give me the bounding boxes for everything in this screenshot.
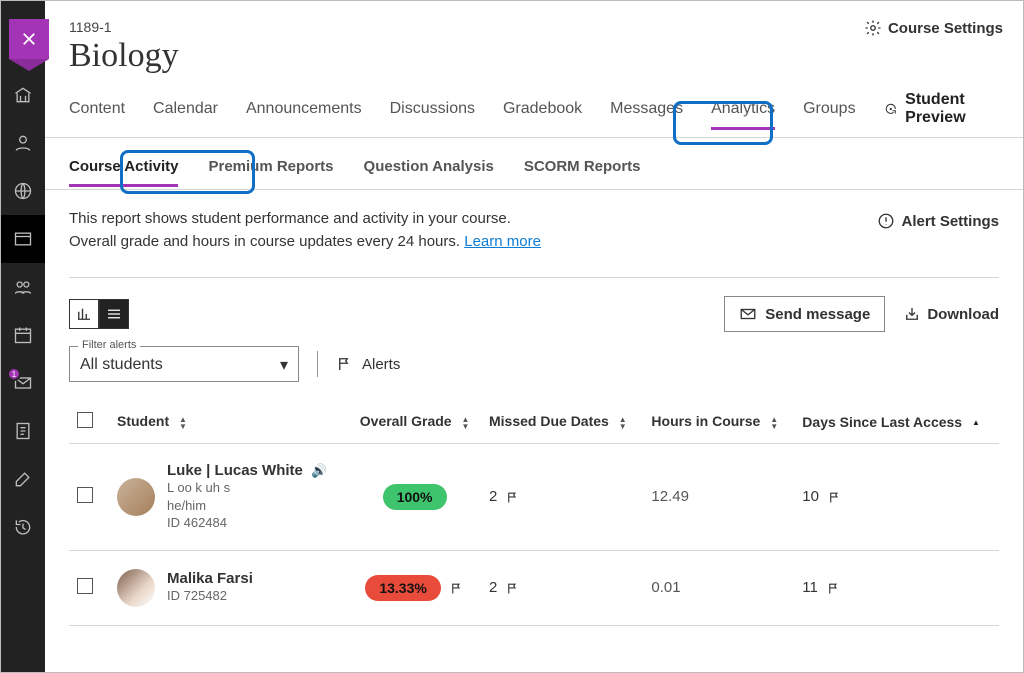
students-table: Student ▲▼ Overall Grade ▲▼ Missed Due D… — [69, 400, 999, 626]
sort-icon: ▲▼ — [619, 416, 627, 430]
flag-icon[interactable] — [505, 490, 520, 505]
main-page: 1189-1 Biology Course Settings Content Ca… — [45, 1, 1023, 672]
student-cell[interactable]: Malika Farsi ID 725482 — [117, 569, 340, 607]
rail-history-icon[interactable] — [1, 503, 45, 551]
grade-pill: 100% — [383, 484, 447, 510]
report-description: This report shows student performance an… — [69, 208, 999, 253]
missed-value: 2 — [489, 579, 497, 596]
col-student[interactable]: Student ▲▼ — [109, 400, 348, 444]
student-cell[interactable]: Luke | Lucas White 🔊L oo k uh she/himID … — [117, 462, 340, 532]
rail-messages-icon[interactable]: 1 — [1, 359, 45, 407]
students-tbody: Luke | Lucas White 🔊L oo k uh she/himID … — [69, 444, 999, 626]
subtab-course-activity[interactable]: Course Activity — [69, 154, 178, 179]
rail-courses-icon[interactable] — [1, 215, 45, 263]
row-checkbox[interactable] — [77, 487, 93, 503]
flag-icon[interactable] — [505, 581, 520, 596]
filter-alerts-dropdown[interactable]: Filter alerts All students ▾ — [69, 346, 299, 382]
filter-value: All students — [80, 356, 163, 374]
flag-icon[interactable] — [826, 581, 841, 596]
avatar — [117, 569, 155, 607]
student-preview-label: Student Preview — [905, 91, 999, 127]
send-message-button[interactable]: Send message — [724, 296, 885, 332]
col-overall-grade[interactable]: Overall Grade ▲▼ — [348, 400, 481, 444]
sort-icon: ▲▼ — [770, 416, 778, 430]
col-missed-due[interactable]: Missed Due Dates ▲▼ — [481, 400, 643, 444]
tab-analytics[interactable]: Analytics — [711, 94, 775, 124]
course-settings-button[interactable]: Course Settings — [864, 19, 1003, 37]
alert-settings-label: Alert Settings — [901, 213, 999, 230]
chevron-down-icon: ▾ — [280, 355, 288, 375]
view-toggle — [69, 299, 129, 329]
rail-groups-icon[interactable] — [1, 263, 45, 311]
left-nav-rail: 1 — [1, 1, 45, 672]
report-description-line2: Overall grade and hours in course update… — [69, 233, 464, 250]
alert-settings-button[interactable]: Alert Settings — [877, 212, 999, 230]
secondary-tabs: Course Activity Premium Reports Question A… — [45, 138, 1023, 190]
alerts-toggle-button[interactable]: Alerts — [336, 355, 400, 373]
close-panel-button[interactable] — [9, 19, 49, 59]
student-preview-button[interactable]: Student Preview — [884, 91, 999, 127]
student-meta: L oo k uh she/himID 462484 — [167, 479, 327, 532]
download-label: Download — [927, 306, 999, 323]
row-checkbox[interactable] — [77, 578, 93, 594]
report-content: Alert Settings This report shows student… — [45, 190, 1023, 626]
course-settings-label: Course Settings — [888, 20, 1003, 37]
filter-legend: Filter alerts — [78, 339, 140, 351]
tab-discussions[interactable]: Discussions — [390, 94, 475, 124]
grade-pill: 13.33% — [365, 575, 440, 601]
pronunciation-audio-icon[interactable]: 🔊 — [311, 463, 327, 478]
table-row: Luke | Lucas White 🔊L oo k uh she/himID … — [69, 444, 999, 551]
tab-groups[interactable]: Groups — [803, 94, 855, 124]
rail-profile-icon[interactable] — [1, 119, 45, 167]
col-hours[interactable]: Hours in Course ▲▼ — [643, 400, 794, 444]
student-name: Luke | Lucas White 🔊 — [167, 462, 327, 479]
sort-up-icon: ▲ — [972, 419, 980, 426]
tab-content[interactable]: Content — [69, 94, 125, 124]
student-meta: ID 725482 — [167, 587, 253, 605]
subtab-premium-reports[interactable]: Premium Reports — [208, 154, 333, 179]
report-description-line1: This report shows student performance an… — [69, 210, 511, 227]
view-list-button[interactable] — [99, 299, 129, 329]
course-id: 1189-1 — [69, 19, 999, 35]
rail-edit-icon[interactable] — [1, 455, 45, 503]
select-all-checkbox[interactable] — [77, 412, 93, 428]
divider — [317, 351, 318, 377]
primary-tabs: Content Calendar Announcements Discussions G… — [45, 91, 1023, 138]
rail-grades-icon[interactable] — [1, 407, 45, 455]
sort-icon: ▲▼ — [461, 416, 469, 430]
flag-icon[interactable] — [827, 490, 842, 505]
sort-icon: ▲▼ — [179, 416, 187, 430]
rail-institution-icon[interactable] — [1, 71, 45, 119]
course-title: Biology — [69, 37, 999, 75]
learn-more-link[interactable]: Learn more — [464, 233, 541, 250]
tab-messages[interactable]: Messages — [610, 94, 683, 124]
download-button[interactable]: Download — [903, 305, 999, 323]
alerts-label: Alerts — [362, 356, 400, 373]
col-days[interactable]: Days Since Last Access ▲ — [794, 400, 999, 444]
tab-announcements[interactable]: Announcements — [246, 94, 362, 124]
flag-icon[interactable] — [449, 581, 464, 596]
send-message-label: Send message — [765, 306, 870, 323]
course-header: 1189-1 Biology Course Settings — [45, 1, 1023, 75]
view-chart-button[interactable] — [69, 299, 99, 329]
student-name: Malika Farsi — [167, 570, 253, 587]
tab-gradebook[interactable]: Gradebook — [503, 94, 582, 124]
hours-value: 0.01 — [651, 579, 680, 596]
avatar — [117, 478, 155, 516]
hours-value: 12.49 — [651, 488, 689, 505]
rail-messages-badge: 1 — [7, 367, 21, 381]
missed-value: 2 — [489, 488, 497, 505]
days-value: 10 — [802, 488, 819, 505]
table-row: Malika Farsi ID 725482 13.33% 2 0.01 11 — [69, 550, 999, 625]
report-toolbar: Send message Download — [69, 277, 999, 332]
subtab-question-analysis[interactable]: Question Analysis — [364, 154, 494, 179]
subtab-scorm-reports[interactable]: SCORM Reports — [524, 154, 641, 179]
tab-calendar[interactable]: Calendar — [153, 94, 218, 124]
days-value: 11 — [802, 579, 818, 596]
rail-globe-icon[interactable] — [1, 167, 45, 215]
filter-row: Filter alerts All students ▾ Alerts — [69, 346, 999, 382]
rail-calendar-icon[interactable] — [1, 311, 45, 359]
